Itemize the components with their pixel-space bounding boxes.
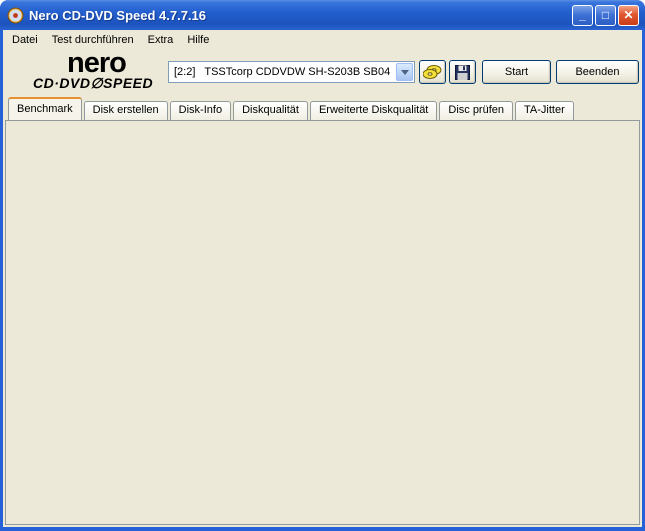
nero-logo-wordmark: nero (67, 51, 163, 75)
app-icon (7, 7, 24, 24)
window-title: Nero CD-DVD Speed 4.7.7.16 (29, 8, 206, 23)
start-button[interactable]: Start (482, 60, 551, 84)
save-button[interactable] (449, 60, 476, 84)
tab-ta-jitter[interactable]: TA-Jitter (515, 101, 574, 120)
menu-datei[interactable]: Datei (5, 32, 45, 48)
chevron-down-icon[interactable] (396, 63, 413, 81)
tab-disk-info[interactable]: Disk-Info (170, 101, 231, 120)
discs-icon (423, 64, 442, 80)
client-area: Datei Test durchführen Extra Hilfe nero … (3, 30, 642, 527)
tab-disk-erstellen[interactable]: Disk erstellen (84, 101, 168, 120)
benchmark-tab-page (5, 120, 640, 525)
tab-disc-pruefen[interactable]: Disc prüfen (439, 101, 513, 120)
tab-benchmark[interactable]: Benchmark (8, 97, 82, 120)
drive-selector-value: [2:2] TSSTcorp CDDVDW SH-S203B SB04 (169, 66, 396, 78)
menu-test-durchfuehren[interactable]: Test durchführen (45, 32, 141, 48)
title-bar[interactable]: Nero CD-DVD Speed 4.7.7.16 _ □ ✕ (0, 0, 645, 30)
menu-extra[interactable]: Extra (141, 32, 181, 48)
app-window: Nero CD-DVD Speed 4.7.7.16 _ □ ✕ Datei T… (0, 0, 645, 531)
nero-logo: nero CD·DVD∅SPEED (33, 51, 163, 92)
drive-selector-dropdown[interactable]: [2:2] TSSTcorp CDDVDW SH-S203B SB04 (168, 61, 415, 83)
close-button[interactable]: ✕ (618, 5, 639, 26)
quit-button[interactable]: Beenden (556, 60, 639, 84)
cd-dvd-speed-wordmark: CD·DVD∅SPEED (33, 75, 163, 92)
menu-hilfe[interactable]: Hilfe (180, 32, 216, 48)
tab-diskqualitaet[interactable]: Diskqualität (233, 101, 308, 120)
minimize-button[interactable]: _ (572, 5, 593, 26)
tab-erweiterte-diskqualitaet[interactable]: Erweiterte Diskqualität (310, 101, 437, 120)
maximize-button[interactable]: □ (595, 5, 616, 26)
eject-discs-button[interactable] (419, 60, 446, 84)
tab-strip: Benchmark Disk erstellen Disk-Info Diskq… (8, 97, 576, 120)
save-icon (455, 65, 470, 80)
